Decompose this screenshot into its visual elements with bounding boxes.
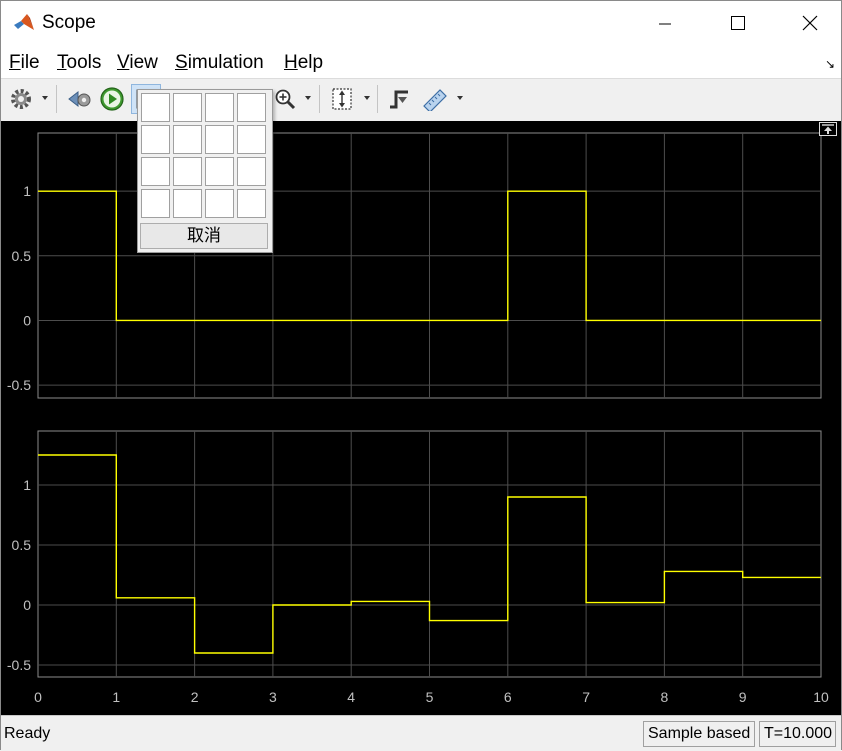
layout-cell[interactable] — [205, 189, 234, 218]
undock-axes-icon[interactable] — [819, 122, 837, 136]
toolbar-separator — [319, 85, 320, 113]
y-tick-label: 0 — [23, 312, 31, 328]
toolbar — [1, 78, 841, 122]
layout-cell[interactable] — [205, 125, 234, 154]
window-title: Scope — [42, 12, 96, 33]
step-back-button[interactable] — [65, 84, 95, 114]
toolbar-separator — [56, 85, 57, 113]
dock-arrow-icon[interactable]: ↘ — [825, 57, 835, 71]
toolbar-separator — [377, 85, 378, 113]
y-tick-label: -0.5 — [7, 657, 31, 673]
y-tick-label: 0 — [23, 597, 31, 613]
close-icon — [802, 15, 818, 31]
simulation-time-field: T=10.000 — [759, 721, 836, 747]
zoom-button[interactable] — [271, 84, 299, 114]
y-tick-label: 1 — [23, 183, 31, 199]
layout-cell[interactable] — [173, 157, 202, 186]
run-icon — [100, 87, 124, 111]
layout-cell[interactable] — [237, 125, 266, 154]
zoom-icon — [275, 89, 296, 110]
layout-cell[interactable] — [173, 125, 202, 154]
x-tick-label: 2 — [191, 689, 199, 705]
minimize-button[interactable] — [636, 1, 694, 45]
layout-picker-popup: 取消 — [137, 89, 273, 253]
settings-button[interactable] — [7, 84, 35, 114]
zoom-dropdown-icon[interactable] — [305, 96, 311, 100]
x-tick-label: 4 — [347, 689, 355, 705]
scope-display: -0.5 0 0.5 1 -0.5 0 0.5 1 0 1 2 3 4 5 6 7 8 9 10 — [1, 121, 841, 715]
x-tick-label: 0 — [34, 689, 42, 705]
measurements-button[interactable] — [419, 84, 451, 114]
x-tick-label: 3 — [269, 689, 277, 705]
x-tick-label: 10 — [813, 689, 829, 705]
maximize-icon — [731, 16, 745, 30]
x-tick-label: 1 — [112, 689, 120, 705]
y-tick-label: 1 — [23, 477, 31, 493]
x-tick-label: 6 — [504, 689, 512, 705]
x-tick-label: 7 — [582, 689, 590, 705]
run-button[interactable] — [97, 84, 127, 114]
layout-cell[interactable] — [173, 189, 202, 218]
step-back-icon — [68, 90, 91, 108]
x-tick-label: 5 — [426, 689, 434, 705]
autoscale-button[interactable] — [328, 84, 356, 114]
menu-view[interactable]: View — [117, 52, 158, 74]
close-button[interactable] — [781, 1, 839, 45]
y-tick-label: 0.5 — [12, 248, 32, 264]
menu-simulation[interactable]: Simulation — [175, 52, 264, 74]
scope-window: Scope File Tools View Simulation Help ↘ — [0, 0, 842, 751]
layout-cell[interactable] — [237, 157, 266, 186]
status-bar: Ready Sample based T=10.000 — [1, 715, 841, 751]
y-tick-label: -0.5 — [7, 377, 31, 393]
matlab-logo-icon — [14, 14, 34, 30]
measurements-icon — [423, 89, 447, 111]
layout-cell[interactable] — [141, 189, 170, 218]
scope-plots: -0.500.51-0.500.510 1 2 3 4 5 6 7 8 9 10 — [7, 132, 829, 705]
autoscale-icon — [332, 88, 352, 110]
minimize-icon — [659, 23, 671, 25]
y-tick-label: 0.5 — [12, 537, 32, 553]
settings-gear-icon — [11, 89, 31, 109]
title-bar: Scope — [1, 1, 841, 45]
menu-tools[interactable]: Tools — [57, 52, 101, 74]
x-tick-label: 8 — [661, 689, 669, 705]
measurements-dropdown-icon[interactable] — [457, 96, 463, 100]
layout-cell[interactable] — [141, 125, 170, 154]
layout-cell[interactable] — [141, 157, 170, 186]
maximize-button[interactable] — [709, 1, 767, 45]
menu-bar: File Tools View Simulation Help ↘ — [1, 45, 841, 78]
settings-dropdown-icon[interactable] — [42, 96, 48, 100]
menu-file[interactable]: File — [9, 52, 40, 74]
layout-cell[interactable] — [237, 93, 266, 122]
triggers-icon — [390, 90, 408, 109]
layout-cell[interactable] — [141, 93, 170, 122]
menu-help[interactable]: Help — [284, 52, 323, 74]
layout-cell[interactable] — [205, 157, 234, 186]
layout-cell[interactable] — [173, 93, 202, 122]
layout-cell[interactable] — [205, 93, 234, 122]
layout-cell[interactable] — [237, 189, 266, 218]
status-text: Ready — [4, 725, 51, 742]
sample-mode-field: Sample based — [643, 721, 755, 747]
triggers-button[interactable] — [385, 84, 413, 114]
x-tick-label: 9 — [739, 689, 747, 705]
autoscale-dropdown-icon[interactable] — [364, 96, 370, 100]
cancel-button[interactable]: 取消 — [140, 223, 268, 249]
